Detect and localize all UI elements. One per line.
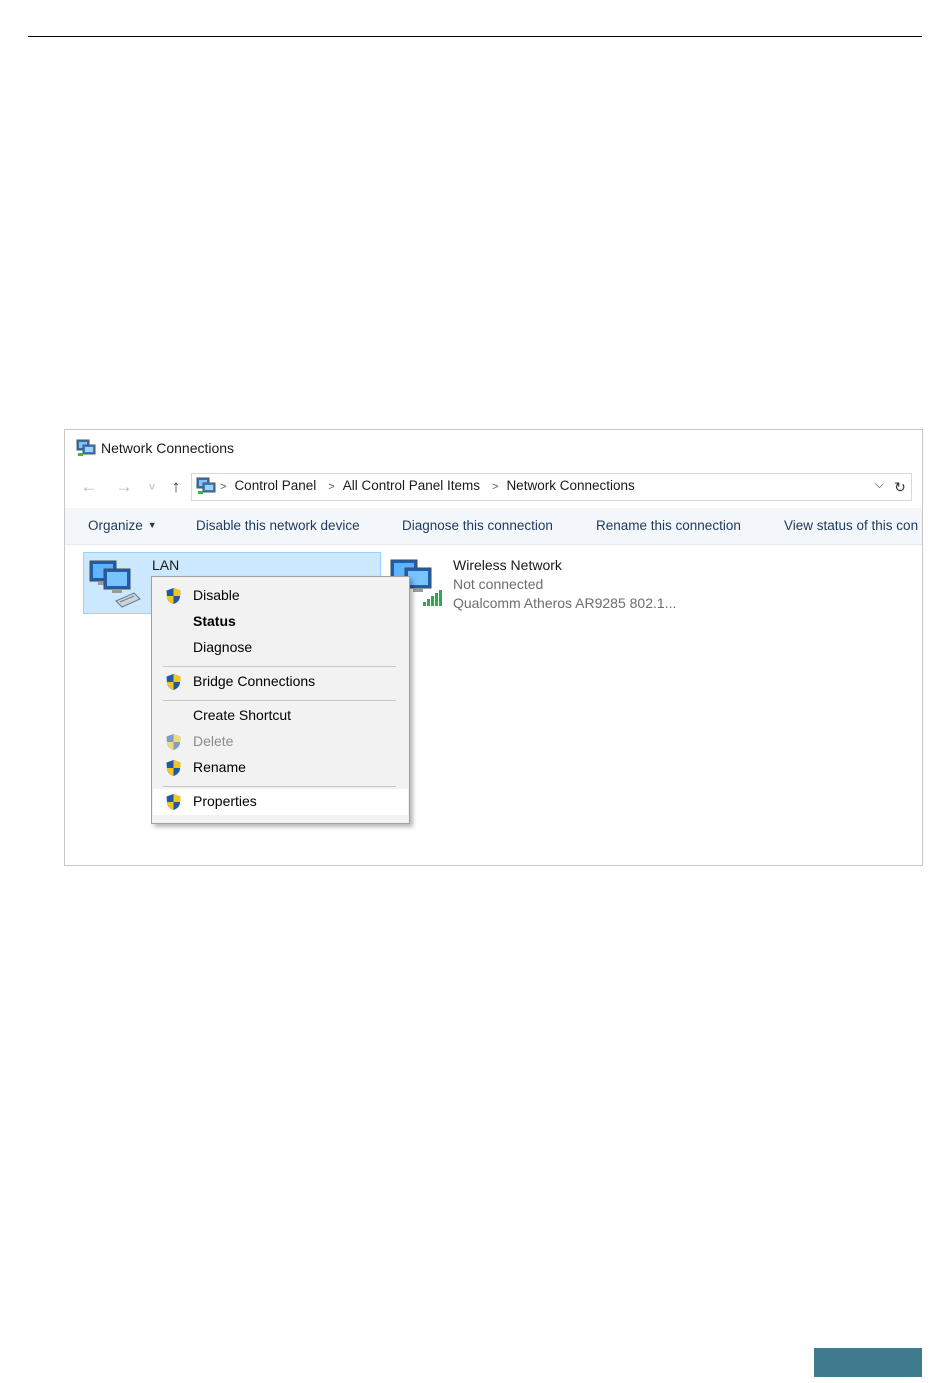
uac-shield-icon [166, 734, 181, 750]
chevron-down-icon: ▼ [147, 520, 157, 530]
title-bar: Network Connections [65, 430, 922, 468]
menu-item-rename[interactable]: Rename [153, 755, 408, 781]
breadcrumb-control-panel[interactable]: Control Panel [234, 478, 316, 493]
control-panel-icon [196, 477, 216, 494]
rename-connection-button[interactable]: Rename this connection [596, 518, 741, 533]
address-dropdown-icon[interactable]: ⌵ [875, 477, 884, 492]
address-bar[interactable]: > Control Panel > All Control Panel Items > N… [191, 473, 890, 501]
menu-item-label: Rename [193, 759, 246, 775]
menu-item-label: Properties [193, 793, 257, 809]
menu-item-label: Diagnose [193, 639, 253, 655]
menu-item-disable[interactable]: Disable [153, 583, 408, 609]
window-title: Network Connections [101, 440, 235, 456]
menu-item-properties[interactable]: Properties [153, 789, 408, 815]
connection-status-wireless: Not connected [453, 576, 544, 592]
menu-item-create-shortcut[interactable]: Create Shortcut [153, 703, 408, 729]
connection-item-wireless[interactable]: Wireless Network Not connected Qualcomm … [387, 552, 687, 612]
connection-name-lan: LAN [152, 557, 180, 573]
network-connections-icon [76, 439, 96, 456]
uac-shield-icon [166, 674, 181, 690]
menu-item-label: Create Shortcut [193, 707, 292, 723]
uac-shield-icon [166, 760, 181, 776]
menu-item-diagnose[interactable]: Diagnose [153, 635, 408, 661]
menu-item-label: Disable [193, 587, 240, 603]
connection-name-wireless: Wireless Network [453, 557, 562, 573]
menu-item-label: Delete [193, 733, 234, 749]
breadcrumb-network-connections[interactable]: Network Connections [506, 478, 634, 493]
network-connections-window: Network Connections ← → ˅ ↑ > Control Pan… [64, 429, 923, 866]
up-arrow-icon[interactable]: ↑ [164, 475, 188, 499]
diagnose-connection-button[interactable]: Diagnose this connection [402, 518, 553, 533]
menu-item-label: Status [193, 613, 236, 629]
refresh-icon[interactable]: ↻ [889, 473, 912, 501]
page-header-rule [28, 36, 922, 37]
organize-menu[interactable]: Organize ▼ [88, 518, 157, 533]
disable-device-button[interactable]: Disable this network device [196, 518, 360, 533]
forward-arrow-icon[interactable]: → [112, 475, 136, 499]
menu-item-status[interactable]: Status [153, 609, 408, 635]
menu-item-label: Bridge Connections [193, 673, 316, 689]
page-footer-bar [814, 1348, 922, 1377]
menu-item-delete[interactable]: Delete [153, 729, 408, 755]
uac-shield-icon [166, 588, 181, 604]
breadcrumb-separator-icon: > [492, 481, 499, 493]
menu-separator [163, 666, 396, 667]
wired-network-adapter-icon [89, 560, 141, 608]
command-bar: Organize ▼ Disable this network device Di… [65, 508, 922, 545]
context-menu: Disable Status Diagnose Bridge Connectio… [151, 576, 410, 824]
back-arrow-icon[interactable]: ← [77, 475, 101, 499]
organize-label: Organize [88, 518, 143, 533]
menu-item-bridge-connections[interactable]: Bridge Connections [153, 669, 408, 695]
menu-separator [163, 700, 396, 701]
breadcrumb-separator-icon: > [328, 481, 335, 493]
connection-adapter-wireless: Qualcomm Atheros AR9285 802.1... [453, 595, 677, 611]
view-status-button[interactable]: View status of this con [784, 518, 918, 533]
uac-shield-icon [166, 794, 181, 810]
menu-separator [163, 786, 396, 787]
breadcrumb-separator-icon: > [220, 481, 227, 493]
recent-locations-icon[interactable]: ˅ [140, 475, 164, 499]
breadcrumb: > Control Panel > All Control Panel Items > N… [220, 478, 647, 493]
breadcrumb-all-control-panel-items[interactable]: All Control Panel Items [343, 478, 480, 493]
navigation-row: ← → ˅ ↑ > Control Panel > All Control Panel… [65, 472, 922, 502]
